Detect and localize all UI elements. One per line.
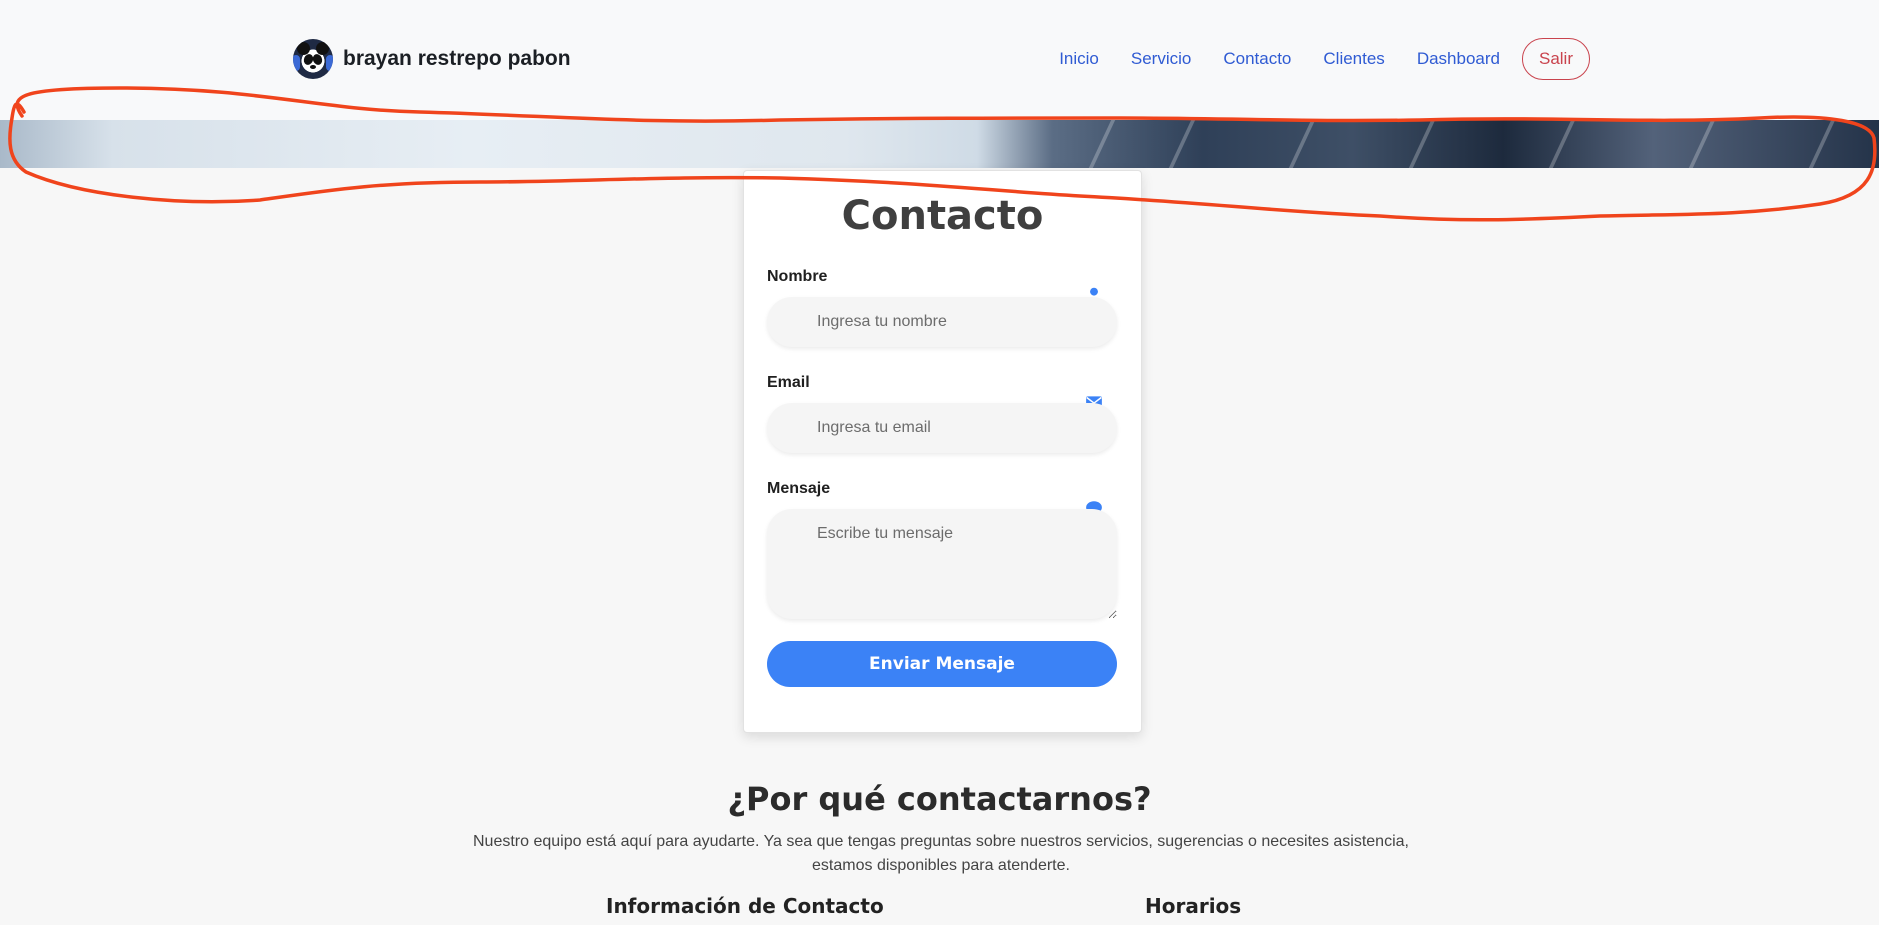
form-title: Contacto [841,193,1044,239]
contact-info-heading: Información de Contacto [606,894,884,918]
navbar: brayan restrepo pabon Inicio Servicio Co… [0,0,1879,120]
why-contact-heading: ¿Por qué contactarnos? [727,780,1152,818]
email-input[interactable] [767,403,1117,453]
brand-name[interactable]: brayan restrepo pabon [343,47,571,71]
contact-form-card: Contacto Nombre Email Mensaje Enviar Men… [743,170,1142,733]
nav-link-dashboard[interactable]: Dashboard [1417,49,1500,69]
nav-link-contacto[interactable]: Contacto [1223,49,1291,69]
schedule-heading: Horarios [1145,894,1242,918]
nav-link-servicio[interactable]: Servicio [1131,49,1191,69]
brand[interactable]: brayan restrepo pabon [293,38,571,80]
why-text-line-1: Nuestro equipo está aquí para ayudarte. … [473,833,1409,850]
message-textarea[interactable] [767,509,1117,619]
nav-links: Inicio Servicio Contacto Clientes Dashbo… [1027,38,1590,80]
name-input[interactable] [767,297,1117,347]
email-label: Email [767,374,810,391]
hero-banner [0,120,1879,168]
why-contact-text: Nuestro equipo está aquí para ayudarte. … [470,830,1412,878]
why-text-line-2: estamos disponibles para atenderte. [812,857,1070,874]
nav-link-inicio[interactable]: Inicio [1059,49,1099,69]
name-label: Nombre [767,268,828,285]
logout-button[interactable]: Salir [1521,38,1590,80]
submit-button[interactable]: Enviar Mensaje [767,641,1117,687]
message-label: Mensaje [767,480,831,497]
nav-link-clientes[interactable]: Clientes [1323,49,1384,69]
panda-logo-icon [293,39,333,79]
